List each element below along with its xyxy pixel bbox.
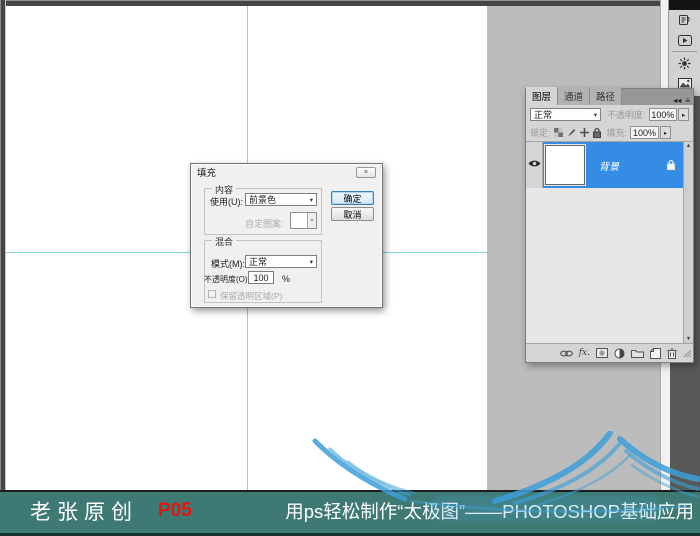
- custom-pattern-label: 自定图案:: [245, 219, 284, 229]
- use-value: 前景色: [249, 195, 277, 205]
- chevron-down-icon: ▾: [309, 196, 313, 204]
- panel-bottom-bar: fx.: [526, 344, 693, 362]
- scroll-down-icon[interactable]: ▼: [684, 336, 693, 342]
- blend-group-label: 混合: [212, 235, 237, 248]
- lock-label: 锁定:: [530, 128, 551, 138]
- caption-bar: 老张原创 P05 用ps轻松制作“太极图”——PHOTOSHOP基础应用: [0, 492, 700, 536]
- blend-mode-row: 正常 ▾ 不透明度: 100% ▸: [526, 105, 693, 124]
- resize-grip[interactable]: [683, 349, 692, 361]
- ok-button[interactable]: 确定: [331, 191, 374, 205]
- lock-row: 锁定: 填充: 100% ▸: [526, 124, 693, 141]
- tab-layers[interactable]: 图层: [526, 87, 559, 105]
- eye-icon: [528, 159, 541, 171]
- panel-menu-icon[interactable]: ≡: [685, 96, 690, 105]
- new-group-icon[interactable]: [631, 348, 644, 358]
- link-layers-icon[interactable]: [559, 349, 573, 358]
- percent-sign: %: [282, 274, 291, 284]
- tab-paths[interactable]: 路径: [590, 87, 623, 105]
- styles-panel-icon[interactable]: [669, 53, 700, 73]
- author-credit: 老张原创: [30, 500, 138, 524]
- dialog-title: 填充: [197, 168, 217, 179]
- layer-selection[interactable]: 背景: [543, 142, 683, 188]
- add-mask-icon[interactable]: [596, 348, 608, 358]
- layer-list: 背景 ▲ ▼: [526, 141, 693, 344]
- visibility-toggle[interactable]: [526, 142, 543, 188]
- mode-value: 正常: [249, 257, 268, 267]
- adjustment-layer-icon[interactable]: [614, 348, 625, 359]
- photoshop-screen: 图层 通道 路径 ◂◂ ≡ 正常 ▾ 不透明度: 100% ▸ 锁定: 填充: …: [0, 0, 700, 536]
- scroll-up-icon[interactable]: ▲: [684, 143, 693, 149]
- history-panel-icon[interactable]: [669, 10, 700, 30]
- use-label: 使用(U):: [210, 197, 243, 207]
- dock-header-bar[interactable]: [669, 0, 700, 10]
- panel-dock: [668, 0, 700, 96]
- chevron-down-icon: ▾: [307, 213, 316, 228]
- panel-tab-bar: 图层 通道 路径 ◂◂ ≡: [526, 87, 693, 105]
- layer-thumbnail[interactable]: [544, 144, 586, 186]
- chevron-down-icon: ▾: [593, 111, 598, 119]
- new-layer-icon[interactable]: [650, 347, 661, 359]
- episode-code: P05: [158, 500, 192, 521]
- document-left-edge: [0, 0, 6, 490]
- collapse-panel-icon[interactable]: ◂◂: [673, 96, 681, 105]
- blend-mode-value: 正常: [534, 110, 553, 120]
- custom-pattern-picker[interactable]: ▾: [290, 212, 317, 229]
- lock-position-icon[interactable]: [579, 128, 589, 137]
- mode-label: 模式(M):: [211, 259, 245, 269]
- delete-layer-icon[interactable]: [667, 348, 677, 359]
- blend-mode-select[interactable]: 正常 ▾: [530, 108, 602, 121]
- background-lock-icon: [667, 160, 675, 170]
- lock-transparency-icon[interactable]: [553, 128, 563, 137]
- layer-list-scrollbar[interactable]: ▲ ▼: [683, 142, 693, 343]
- opacity-value[interactable]: 100%: [648, 108, 678, 121]
- dialog-opacity-label: 不透明度(O):: [204, 275, 250, 284]
- mode-select[interactable]: 正常 ▾: [245, 255, 317, 268]
- layer-row-background[interactable]: 背景: [526, 142, 683, 188]
- chevron-down-icon: ▾: [309, 258, 313, 266]
- opacity-label: 不透明度:: [607, 110, 646, 120]
- tab-channels[interactable]: 通道: [558, 87, 591, 105]
- fill-value[interactable]: 100%: [630, 126, 660, 139]
- layers-panel: 图层 通道 路径 ◂◂ ≡ 正常 ▾ 不透明度: 100% ▸ 锁定: 填充: …: [525, 87, 694, 363]
- caption-title: 用ps轻松制作“太极图”——PHOTOSHOP基础应用: [285, 501, 694, 522]
- fill-label: 填充:: [606, 128, 628, 138]
- preserve-transparency-checkbox[interactable]: [208, 290, 216, 298]
- preserve-transparency-label: 保留透明区域(P): [220, 291, 283, 301]
- layer-name: 背景: [599, 161, 619, 173]
- use-select[interactable]: 前景色 ▾: [245, 193, 317, 206]
- actions-panel-icon[interactable]: [669, 30, 700, 50]
- dialog-opacity-input[interactable]: 100: [248, 271, 274, 284]
- opacity-spinner[interactable]: ▸: [678, 108, 689, 121]
- cancel-button[interactable]: 取消: [331, 207, 374, 221]
- fill-dialog: 填充 × 内容 使用(U): 前景色 ▾ 自定图案: ▾ 混合 模式(M): 正…: [190, 163, 383, 308]
- dock-separator: [672, 51, 697, 52]
- lock-all-icon[interactable]: [592, 127, 601, 138]
- fill-spinner[interactable]: ▸: [660, 126, 672, 139]
- dialog-titlebar[interactable]: 填充 ×: [191, 164, 382, 180]
- close-icon[interactable]: ×: [356, 166, 376, 178]
- lock-pixels-icon[interactable]: [567, 128, 576, 137]
- layer-style-icon[interactable]: fx.: [579, 348, 590, 358]
